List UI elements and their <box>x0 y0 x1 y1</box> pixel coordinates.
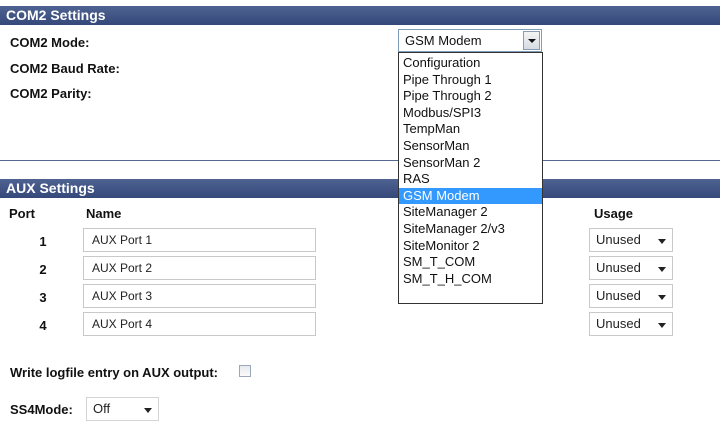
usage-select-value: Unused <box>596 260 641 275</box>
com2-mode-select-value: GSM Modem <box>405 33 482 48</box>
com2-mode-select[interactable]: GSM Modem <box>398 29 542 52</box>
com2-mode-dropdown-list: Configuration Pipe Through 1 Pipe Throug… <box>398 52 543 304</box>
aux-port-name-input[interactable] <box>83 256 316 280</box>
aux-port-name-input[interactable] <box>83 312 316 336</box>
dropdown-option-selected[interactable]: GSM Modem <box>399 187 542 205</box>
chevron-down-icon <box>658 323 666 328</box>
ss4mode-label: SS4Mode: <box>10 402 73 417</box>
usage-select[interactable]: Unused <box>589 228 673 252</box>
dropdown-option[interactable]: Configuration <box>399 55 542 72</box>
ss4mode-select-value: Off <box>93 401 111 416</box>
dropdown-option[interactable]: SensorMan <box>399 138 542 155</box>
aux-settings-header: AUX Settings <box>0 179 720 198</box>
section-divider <box>0 160 720 161</box>
dropdown-option[interactable]: SM_T_H_COM <box>399 271 542 288</box>
usage-select-value: Unused <box>596 316 641 331</box>
port-number: 4 <box>39 318 47 333</box>
com2-settings-header: COM2 Settings <box>0 6 720 25</box>
dropdown-option[interactable]: SiteMonitor 2 <box>399 238 542 255</box>
chevron-down-icon <box>144 408 152 413</box>
usage-select-value: Unused <box>596 232 641 247</box>
chevron-down-icon <box>528 39 536 43</box>
usage-select[interactable]: Unused <box>589 256 673 280</box>
name-column-header: Name <box>86 206 122 221</box>
dropdown-button[interactable] <box>523 31 540 50</box>
usage-select[interactable]: Unused <box>589 284 673 308</box>
dropdown-option[interactable]: SiteManager 2/v3 <box>399 221 542 238</box>
logfile-label: Write logfile entry on AUX output: <box>10 365 218 380</box>
dropdown-option[interactable]: Pipe Through 1 <box>399 72 542 89</box>
usage-select-value: Unused <box>596 288 641 303</box>
aux-port-name-input[interactable] <box>83 228 316 252</box>
port-number: 2 <box>39 262 47 277</box>
dropdown-option[interactable]: SiteManager 2 <box>399 204 542 221</box>
usage-column-header: Usage <box>594 206 634 221</box>
com2-mode-label: COM2 Mode: <box>10 35 90 50</box>
dropdown-option[interactable]: Modbus/SPI3 <box>399 105 542 122</box>
port-column-header: Port <box>9 206 35 221</box>
logfile-checkbox[interactable] <box>239 365 251 377</box>
dropdown-option[interactable]: SensorMan 2 <box>399 155 542 172</box>
port-number: 3 <box>39 290 47 305</box>
dropdown-option[interactable]: SM_T_COM <box>399 254 542 271</box>
port-number: 1 <box>39 234 47 249</box>
chevron-down-icon <box>658 295 666 300</box>
dropdown-option[interactable]: TempMan <box>399 121 542 138</box>
usage-select[interactable]: Unused <box>589 312 673 336</box>
dropdown-option[interactable]: Pipe Through 2 <box>399 88 542 105</box>
com2-baud-rate-label: COM2 Baud Rate: <box>10 61 120 76</box>
chevron-down-icon <box>658 267 666 272</box>
aux-port-name-input[interactable] <box>83 284 316 308</box>
chevron-down-icon <box>658 239 666 244</box>
com2-parity-label: COM2 Parity: <box>10 86 92 101</box>
dropdown-option[interactable]: RAS <box>399 171 542 188</box>
ss4mode-select[interactable]: Off <box>86 397 159 421</box>
